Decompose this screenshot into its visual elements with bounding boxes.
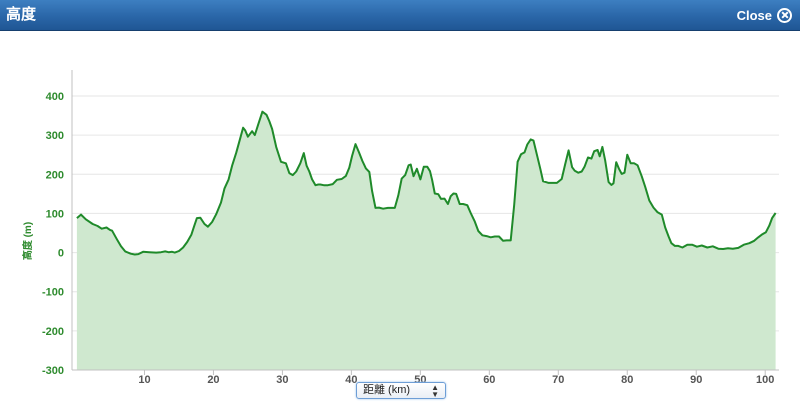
- x-tick-label: 90: [690, 374, 702, 386]
- x-tick-labels: 10 20 30 40 50 60 70 80 90 100: [138, 374, 774, 386]
- select-arrows-icon: ▲ ▼: [431, 383, 439, 399]
- x-tick-label: 100: [756, 374, 774, 386]
- y-tick-label: -300: [42, 365, 64, 377]
- y-axis-label: 高度 (m): [21, 222, 34, 260]
- y-tick-label: 300: [46, 130, 64, 142]
- y-tick-label: 0: [58, 248, 64, 260]
- x-axis-select-value: 距離 (km): [363, 384, 411, 396]
- x-tick-label: 20: [207, 374, 219, 386]
- y-tick-label: 200: [46, 169, 64, 181]
- x-tick-label: 60: [483, 374, 495, 386]
- y-tick-labels: -300 -200 -100 0 100 200 300 400: [42, 91, 64, 377]
- y-tick-label: 100: [46, 208, 64, 220]
- y-tick-label: 400: [46, 91, 64, 103]
- x-tick-label: 30: [276, 374, 288, 386]
- x-tick-label: 10: [138, 374, 150, 386]
- area-layer: [76, 110, 777, 370]
- x-tick-label: 80: [621, 374, 633, 386]
- x-axis-select[interactable]: 距離 (km) ▲ ▼: [356, 382, 446, 399]
- y-tick-label: -100: [42, 287, 64, 299]
- elevation-chart: -300-200-1000100200300400 10 20 30 40 50 60 70…: [21, 70, 779, 386]
- y-tick-label: -200: [42, 326, 64, 338]
- x-tick-label: 70: [552, 374, 564, 386]
